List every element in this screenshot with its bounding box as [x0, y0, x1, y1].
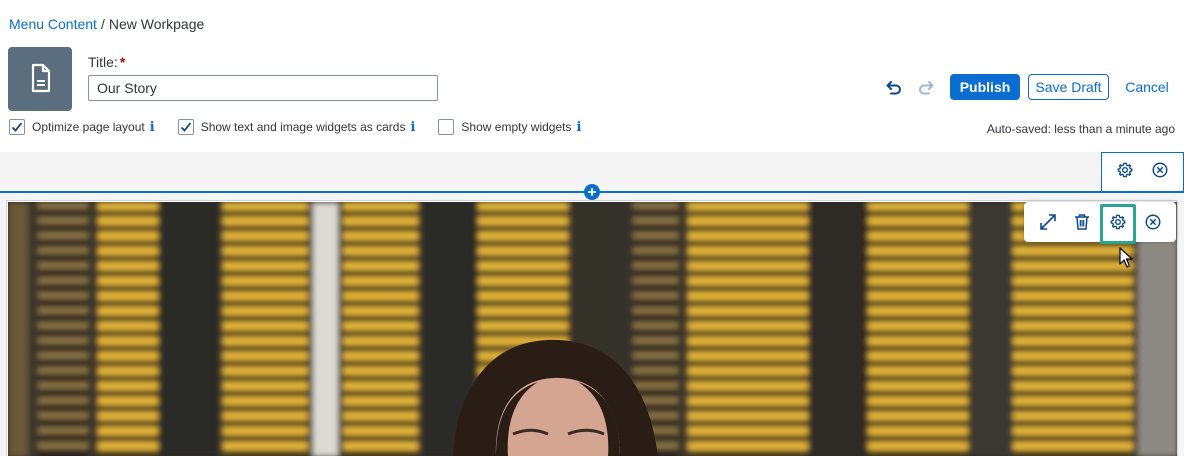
plus-icon: [588, 188, 596, 196]
close-icon: [1145, 214, 1161, 230]
gear-icon: [1110, 214, 1126, 230]
option-empty-widgets: Show empty widgets i: [438, 119, 581, 135]
gear-icon: [1117, 162, 1133, 178]
trash-icon: [1075, 214, 1089, 230]
breadcrumb-separator: /: [100, 16, 105, 32]
save-draft-button[interactable]: Save Draft: [1028, 74, 1109, 100]
widget-toolbar: [1024, 202, 1176, 242]
section-toolbar: [1101, 152, 1184, 192]
redo-button[interactable]: [914, 76, 938, 100]
required-mark: *: [119, 54, 126, 70]
info-icon[interactable]: i: [576, 120, 581, 135]
option-optimize-layout: Optimize page layout i: [9, 119, 155, 135]
title-label-text: Title:: [88, 54, 118, 70]
title-label: Title: *: [88, 54, 125, 70]
undo-icon: [886, 81, 901, 95]
add-section-button[interactable]: [584, 184, 600, 200]
delete-button[interactable]: [1070, 210, 1094, 234]
publish-button[interactable]: Publish: [950, 74, 1020, 100]
close-icon: [1152, 162, 1168, 178]
breadcrumb: Menu Content / New Workpage: [9, 16, 204, 32]
breadcrumb-current: New Workpage: [108, 16, 205, 32]
document-icon: [8, 47, 72, 111]
info-icon[interactable]: i: [410, 120, 415, 135]
option-widgets-as-cards: Show text and image widgets as cards i: [177, 119, 415, 135]
undo-button[interactable]: [882, 76, 906, 100]
widget-settings-button[interactable]: [1106, 210, 1130, 234]
expand-icon: [1040, 214, 1056, 230]
empty-widgets-checkbox[interactable]: [438, 119, 455, 135]
section-close-button[interactable]: [1151, 161, 1169, 184]
section-settings-button[interactable]: [1116, 161, 1134, 184]
mouse-pointer-icon: [1119, 247, 1135, 274]
widget-close-button[interactable]: [1141, 210, 1165, 234]
checkmark-icon: [11, 122, 23, 132]
autosave-status: Auto-saved: less than a minute ago: [986, 122, 1175, 136]
expand-button[interactable]: [1036, 210, 1060, 234]
checkmark-icon: [180, 122, 191, 132]
title-input[interactable]: [88, 75, 438, 101]
redo-icon: [919, 81, 934, 95]
layout-options: Optimize page layout i Show text and ima…: [9, 119, 581, 135]
cancel-button[interactable]: Cancel: [1119, 74, 1175, 100]
optimize-layout-checkbox[interactable]: [9, 119, 25, 135]
image-widget[interactable]: [6, 200, 1178, 456]
info-icon[interactable]: i: [150, 120, 155, 135]
widget-image: [8, 202, 1177, 456]
page-header: Menu Content / New Workpage Title:* Publ…: [0, 0, 1184, 152]
empty-widgets-label: Show empty widgets: [461, 120, 572, 134]
photo-illustration: [8, 202, 1177, 456]
widgets-as-cards-checkbox[interactable]: [177, 119, 194, 135]
widgets-as-cards-label: Show text and image widgets as cards: [200, 120, 406, 134]
breadcrumb-link-menu-content[interactable]: Menu Content: [9, 16, 97, 32]
optimize-layout-label: Optimize page layout: [32, 120, 145, 134]
